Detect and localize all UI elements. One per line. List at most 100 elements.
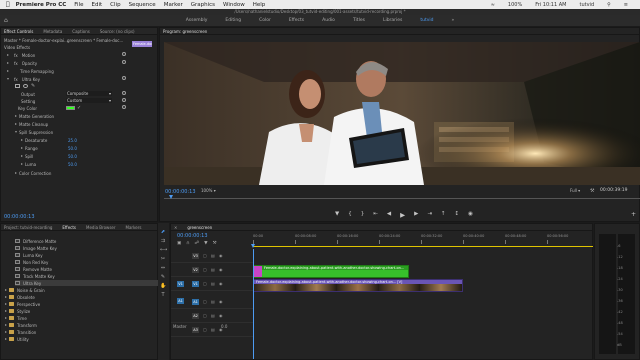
menu-window[interactable]: Window [223, 2, 245, 8]
menu-help[interactable]: Help [253, 2, 266, 8]
workspace-editing[interactable]: Editing [225, 18, 241, 23]
workspace-titles[interactable]: Titles [353, 18, 365, 23]
pen-mask-icon[interactable]: ✎ [31, 83, 35, 89]
color-correction-group[interactable]: Color Correction [15, 170, 51, 176]
source-patch-v1[interactable]: V1 [177, 281, 184, 287]
eye-icon[interactable]: ◉ [219, 299, 223, 304]
sync-icon[interactable]: ▤ [211, 253, 215, 258]
work-area-bar[interactable] [253, 246, 593, 247]
param-value[interactable]: 50.0 [68, 154, 77, 159]
razor-tool-icon[interactable]: ✂ [160, 256, 166, 262]
mini-timeline-clip[interactable]: Female-doc [132, 41, 152, 47]
type-tool-icon[interactable]: T [160, 292, 166, 298]
expand-icon[interactable] [7, 70, 9, 72]
track-target[interactable]: A3 [192, 327, 199, 333]
program-video[interactable] [164, 42, 640, 185]
lock-icon[interactable]: ▢ [203, 281, 207, 286]
wifi-icon[interactable]: ≈ [491, 2, 495, 8]
tab-source[interactable]: Source: (no clips) [100, 29, 135, 34]
matte-generation-group[interactable]: Matte Generation [15, 113, 54, 119]
expand-icon[interactable] [15, 172, 17, 174]
effect-controls-timecode[interactable]: 00:00:00:13 [4, 214, 35, 220]
expand-icon[interactable] [5, 296, 7, 298]
wrench-icon[interactable]: ⚒ [213, 241, 217, 246]
lock-icon[interactable]: ▢ [203, 267, 207, 272]
marker-icon[interactable]: ▼ [335, 211, 339, 219]
step-forward-icon[interactable]: ▶ [414, 211, 418, 219]
sync-icon[interactable]: ▤ [211, 281, 215, 286]
effect-item[interactable]: Ultra Key [15, 280, 165, 286]
eye-icon[interactable]: ◉ [219, 313, 223, 318]
timeline-timecode[interactable]: 00:00:00:13 [177, 233, 208, 239]
program-title[interactable]: Program: greenscreen [163, 29, 207, 34]
expand-icon[interactable] [15, 123, 17, 125]
eye-icon[interactable]: ◉ [219, 253, 223, 258]
tab-metadata[interactable]: Metadata [43, 29, 62, 34]
reset-icon[interactable] [122, 52, 126, 56]
master-clip-label[interactable]: Master * Female-doctor-explai... [4, 37, 68, 43]
menu-marker[interactable]: Marker [164, 2, 183, 8]
hand-tool-icon[interactable]: ✋ [160, 283, 166, 289]
expand-icon[interactable] [5, 324, 7, 326]
expand-icon[interactable] [5, 289, 7, 291]
lock-icon[interactable]: ▢ [203, 313, 207, 318]
ellipse-mask-icon[interactable] [15, 84, 20, 88]
extract-icon[interactable]: ↕ [455, 211, 460, 219]
home-icon[interactable]: ⌂ [4, 17, 8, 24]
expand-icon[interactable] [7, 54, 9, 56]
effect-folder[interactable]: Transition [5, 329, 155, 335]
linked-selection-icon[interactable]: ☍ [195, 241, 200, 246]
mark-in-icon[interactable]: { [348, 211, 352, 219]
user-name[interactable]: tutvid [580, 2, 595, 8]
expand-icon[interactable] [5, 310, 7, 312]
track-target[interactable]: V3 [192, 253, 199, 259]
mark-out-icon[interactable]: } [361, 211, 365, 219]
program-ruler[interactable] [164, 195, 640, 200]
fx-time-remapping[interactable]: Time Remapping [7, 68, 54, 74]
effect-item[interactable]: Difference Matte [15, 238, 165, 244]
collapse-icon[interactable] [15, 131, 17, 133]
expand-icon[interactable] [7, 62, 9, 64]
effect-item[interactable]: Luma Key [15, 252, 165, 258]
expand-icon[interactable] [15, 115, 17, 117]
collapse-icon[interactable] [7, 78, 9, 80]
tab-media-browser[interactable]: Media Browser [86, 225, 116, 230]
menu-edit[interactable]: Edit [92, 2, 103, 8]
expand-icon[interactable] [5, 338, 7, 340]
add-marker-icon[interactable]: ▼ [204, 241, 207, 246]
menu-list-icon[interactable]: ≡ [624, 2, 628, 8]
clock[interactable]: Fri 10:11 AM [535, 2, 566, 8]
reset-icon[interactable] [122, 60, 126, 64]
workspace-libraries[interactable]: Libraries [383, 18, 402, 23]
expand-icon[interactable] [21, 155, 23, 157]
expand-icon[interactable] [5, 317, 7, 319]
expand-icon[interactable] [21, 163, 23, 165]
add-button-icon[interactable]: + [631, 211, 636, 218]
tab-effect-controls[interactable]: Effect Controls [4, 29, 33, 34]
effect-folder[interactable]: Stylize [5, 308, 155, 314]
timeline-playhead[interactable] [253, 249, 254, 359]
effect-folder[interactable]: Utility [5, 336, 155, 342]
expand-icon[interactable] [5, 303, 7, 305]
lock-icon[interactable]: ▢ [203, 327, 207, 332]
source-patch-a1[interactable]: A1 [177, 298, 184, 304]
track-target[interactable]: V2 [192, 267, 199, 273]
effect-folder[interactable]: Noise & Grain [5, 287, 155, 293]
go-to-in-icon[interactable]: ⇤ [373, 211, 378, 219]
eyedropper-icon[interactable]: ✓ [77, 105, 81, 111]
param-value[interactable]: 25.0 [68, 138, 77, 143]
effect-item[interactable]: Remove Matte [15, 266, 165, 272]
workspace-assembly[interactable]: Assembly [186, 18, 208, 23]
sync-icon[interactable]: ▤ [211, 313, 215, 318]
matte-cleanup-group[interactable]: Matte Cleanup [15, 121, 48, 127]
fx-ultra-key[interactable]: fx Ultra Key [7, 76, 40, 82]
output-select[interactable]: Composite ▾ [66, 91, 112, 96]
workspace-effects[interactable]: Effects [289, 18, 304, 23]
menu-clip[interactable]: Clip [110, 2, 120, 8]
reset-icon[interactable] [122, 91, 126, 95]
reset-icon[interactable] [122, 76, 126, 80]
workspace-overflow-icon[interactable]: » [452, 18, 455, 23]
track-target[interactable]: V1 [192, 281, 199, 287]
setting-select[interactable]: Custom ▾ [66, 98, 112, 103]
reset-icon[interactable] [122, 98, 126, 102]
